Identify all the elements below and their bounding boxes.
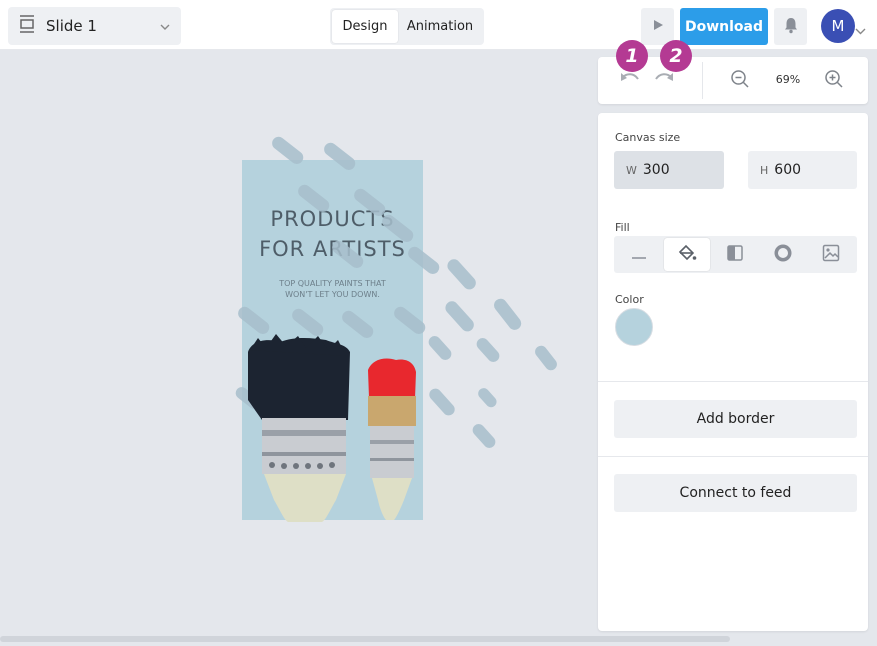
canvas-size-label: Canvas size: [615, 131, 681, 144]
bell-icon: [782, 16, 800, 38]
width-field[interactable]: W 300: [614, 151, 724, 189]
slide-title-line-2: FOR ARTISTS: [259, 237, 406, 261]
section-divider: [598, 381, 868, 382]
zoom-out-button[interactable]: [728, 69, 752, 93]
toolbar-divider: [702, 62, 703, 99]
play-icon: [652, 17, 664, 36]
connect-to-feed-button[interactable]: Connect to feed: [614, 474, 857, 512]
slide-subtitle-line-2: WON'T LET YOU DOWN.: [285, 290, 380, 299]
fill-image-option[interactable]: [808, 238, 854, 271]
width-value: 300: [642, 162, 670, 178]
fill-linear-gradient-option[interactable]: [712, 238, 758, 271]
undo-icon: [619, 71, 641, 91]
none-icon: [631, 245, 647, 264]
add-border-button[interactable]: Add border: [614, 400, 857, 438]
chevron-down-icon: [159, 18, 171, 37]
slide-layout-icon: [18, 14, 36, 38]
radial-gradient-icon: [773, 243, 793, 267]
section-divider: [598, 456, 868, 457]
fill-none-option[interactable]: [616, 238, 662, 271]
slide-selector-label: Slide 1: [46, 17, 97, 35]
top-bar: Slide 1 Design Animation Download M: [0, 0, 877, 50]
tab-design[interactable]: Design: [332, 10, 398, 43]
annotation-badge-1: 1: [616, 40, 648, 72]
zoom-in-icon: [824, 69, 844, 93]
slide-subtitle-line-1: TOP QUALITY PAINTS THAT: [279, 279, 386, 288]
fill-radial-gradient-option[interactable]: [760, 238, 806, 271]
slide-title-line-1: PRODUCTS: [270, 207, 395, 231]
zoom-level: 69%: [775, 73, 801, 86]
slide-selector[interactable]: Slide 1: [8, 7, 181, 45]
linear-gradient-icon: [726, 244, 744, 266]
tab-animation[interactable]: Animation: [398, 10, 482, 43]
width-prefix: W: [626, 163, 637, 177]
height-prefix: H: [760, 163, 769, 177]
paint-bucket-icon: [677, 243, 697, 267]
annotation-badge-2: 2: [660, 40, 692, 72]
color-swatch[interactable]: [615, 308, 653, 346]
slide-subtitle[interactable]: TOP QUALITY PAINTS THAT WON'T LET YOU DO…: [262, 278, 403, 300]
image-icon: [822, 244, 840, 266]
undo-button[interactable]: [618, 69, 642, 93]
redo-button[interactable]: [652, 69, 676, 93]
avatar[interactable]: M: [821, 9, 855, 43]
chevron-down-icon[interactable]: [855, 21, 866, 40]
mode-tabs: Design Animation: [330, 8, 484, 45]
fill-type-selector: [614, 236, 857, 273]
horizontal-scrollbar[interactable]: [0, 636, 730, 642]
slide-canvas[interactable]: PRODUCTS FOR ARTISTS TOP QUALITY PAINTS …: [242, 160, 423, 520]
play-button[interactable]: [641, 8, 674, 45]
redo-icon: [653, 71, 675, 91]
fill-label: Fill: [615, 221, 630, 234]
properties-panel: Canvas size W 300 H 600 Fill Color Add b…: [598, 113, 868, 631]
zoom-out-icon: [730, 69, 750, 93]
zoom-in-button[interactable]: [822, 69, 846, 93]
fill-solid-option[interactable]: [664, 238, 710, 271]
download-button[interactable]: Download: [680, 8, 768, 45]
height-field[interactable]: H 600: [748, 151, 857, 189]
color-label: Color: [615, 293, 644, 306]
height-value: 600: [774, 162, 802, 178]
notifications-button[interactable]: [774, 8, 807, 45]
slide-title[interactable]: PRODUCTS FOR ARTISTS: [242, 204, 423, 264]
